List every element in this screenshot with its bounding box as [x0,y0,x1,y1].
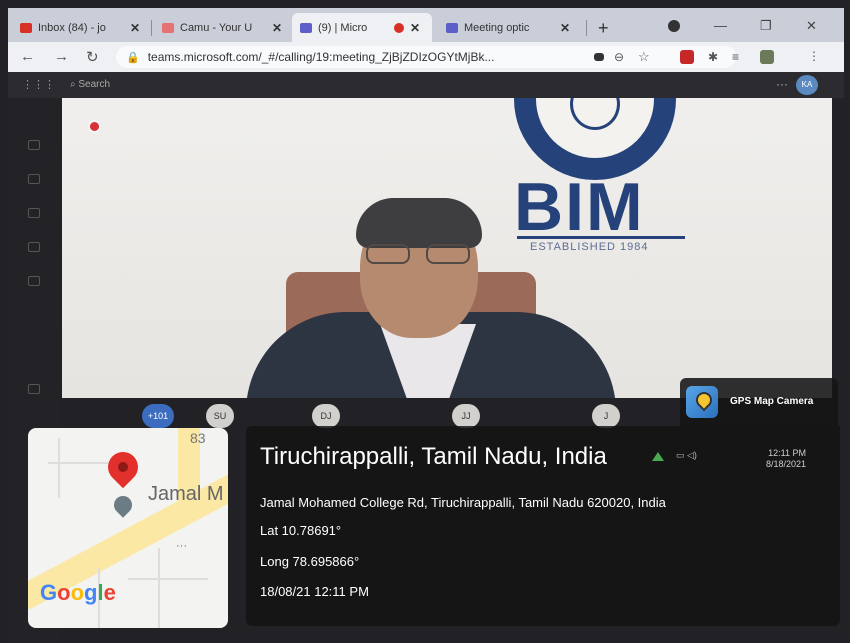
back-button[interactable]: ← [20,48,35,65]
map-thumbnail: 83 Jamal M ··· Google [28,428,228,628]
map-street [58,438,60,498]
google-letter: o [57,580,71,605]
teams-icon[interactable] [28,208,40,218]
profile-avatar-icon[interactable] [760,50,774,64]
reload-button[interactable]: ↻ [86,48,99,66]
maximize-button[interactable]: ❐ [760,18,772,34]
gps-app-badge: GPS Map Camera [680,378,838,426]
close-icon[interactable]: ✕ [130,21,140,35]
teams-icon [446,22,458,33]
gps-datetime: 18/08/21 12:11 PM [260,584,369,599]
tab-divider [151,20,152,36]
tray-date: 8/18/2021 [765,459,806,469]
gps-app-name: GPS Map Camera [730,396,814,407]
participant-avatar[interactable]: J [592,404,620,428]
speaker-hair [356,198,482,248]
media-icon[interactable]: ≡ [732,50,739,64]
tray-clock: 12:11 PM 8/18/2021 [766,448,806,470]
speaker-icon: ▭ ◁) [676,450,697,460]
poi-marker-icon [110,492,136,518]
tray-time: 12:11 PM [768,448,806,458]
google-letter: g [84,580,98,605]
tab-meeting-options[interactable]: Meeting optic ✕ [438,13,582,42]
map-street [48,462,108,464]
speaker-glasses [366,244,474,266]
browser-toolbar: ← → ↻ 🔒 teams.microsoft.com/_#/calling/1… [8,42,844,72]
calendar-icon[interactable] [28,242,40,252]
google-letter: G [40,580,58,605]
lens-right [426,244,470,264]
tab-label: Camu - Your U [180,21,253,34]
new-tab-button[interactable]: + [598,18,609,39]
google-letter: o [70,580,85,605]
tab-camu[interactable]: Camu - Your U ✕ [154,13,290,42]
participant-avatar[interactable]: JJ [452,404,480,428]
logo-text: BIM [514,169,645,245]
tab-divider [586,20,587,36]
pdf-extension-icon[interactable] [680,50,694,64]
participant-avatar[interactable]: DJ [312,404,340,428]
map-poi-label: Jamal M [148,483,224,505]
recording-icon [394,22,404,33]
network-icon [652,452,664,461]
bookmark-star-icon[interactable]: ☆ [638,49,650,65]
participant-avatar[interactable]: SU [206,404,234,428]
url-text: teams.microsoft.com/_#/calling/19:meetin… [147,50,495,64]
gps-latitude: Lat 10.78691° [260,523,342,538]
map-street [128,578,208,580]
system-tray: ▭ ◁) 12:11 PM 8/18/2021 [648,446,826,472]
teams-icon [300,22,312,33]
browser-tab-strip: Inbox (84) - jo ✕ Camu - Your U ✕ (9) | … [8,8,844,42]
forward-button[interactable]: → [54,48,69,65]
window-close-button[interactable]: ✕ [806,18,817,34]
avatar[interactable]: KA [796,75,818,95]
close-icon[interactable]: ✕ [272,21,282,35]
close-icon[interactable]: ✕ [560,21,570,35]
apps-icon[interactable] [28,384,40,394]
logo-divider [517,236,685,239]
chat-icon[interactable] [28,174,40,184]
more-options-icon[interactable]: ··· [776,77,788,91]
lock-icon: 🔒 [126,51,140,64]
gps-longitude: Long 78.695866° [260,554,360,569]
google-logo: Google [40,580,116,606]
camera-icon[interactable] [594,53,604,61]
activity-icon[interactable] [28,140,40,150]
gps-place-title: Tiruchirappalli, Tamil Nadu, India [260,443,607,470]
tab-teams-meeting[interactable]: (9) | Micro ✕ [292,13,432,42]
tab-inbox[interactable]: Inbox (84) - jo ✕ [12,13,148,42]
zoom-icon[interactable]: ⊖ [614,50,624,64]
tab-label: Inbox (84) - jo [38,21,106,34]
recording-indicator-icon [90,122,99,131]
gps-map-camera-icon [686,386,718,418]
minimize-button[interactable]: — [714,18,727,33]
screen: Inbox (84) - jo ✕ Camu - Your U ✕ (9) | … [0,0,850,643]
extensions-icon[interactable]: ✱ [708,50,718,64]
tab-label: Meeting optic [464,21,530,34]
profile-icon[interactable] [668,20,680,32]
lens-left [366,244,410,264]
search-box[interactable]: ⌕ Search [70,79,110,90]
map-road-number: 83 [190,430,206,446]
browser-menu-icon[interactable]: ⋮ [808,49,820,63]
app-launcher-icon[interactable]: ⋮⋮⋮ [22,78,55,91]
calls-icon[interactable] [28,276,40,286]
search-placeholder: Search [78,79,111,90]
tab-label: (9) | Micro [318,21,368,34]
google-letter: e [103,580,116,605]
logo-tagline: ESTABLISHED 1984 [530,241,649,253]
location-pin-icon [101,445,145,489]
teams-header: ⋮⋮⋮ ⌕ Search ··· KA [8,72,844,98]
participant-count-badge[interactable]: +101 [142,404,174,428]
video-feed: BIM ESTABLISHED 1984 [62,98,832,398]
gps-address: Jamal Mohamed College Rd, Tiruchirappall… [260,495,666,510]
map-ellipsis: ··· [176,540,187,552]
close-icon[interactable]: ✕ [410,21,420,35]
gmail-icon [20,22,32,33]
map-street [158,548,160,628]
camu-icon [162,22,174,33]
